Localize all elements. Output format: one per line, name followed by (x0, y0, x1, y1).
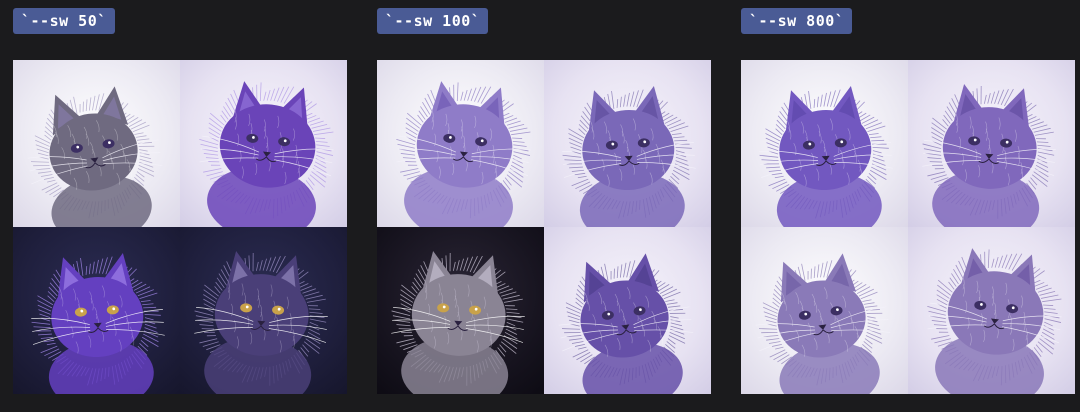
cat-illustration (755, 253, 891, 394)
image-grid (741, 60, 1075, 394)
cat-image-2[interactable] (544, 60, 711, 227)
panel-label: `--sw 800` (741, 8, 853, 34)
image-grid (13, 60, 347, 394)
cat-illustration (922, 84, 1056, 227)
cat-illustration (199, 81, 334, 227)
cat-illustration (927, 248, 1062, 394)
cat-illustration (558, 253, 694, 394)
cat-image-3[interactable] (741, 227, 908, 394)
cat-image-2[interactable] (908, 60, 1075, 227)
cat-image-4[interactable] (908, 227, 1075, 394)
cat-illustration (31, 253, 165, 394)
cat-image-2[interactable] (180, 60, 347, 227)
cat-image-1[interactable] (13, 60, 180, 227)
image-grid (377, 60, 711, 394)
cat-image-1[interactable] (741, 60, 908, 227)
panel-label: `--sw 100` (377, 8, 489, 34)
panel-sw-800: `--sw 800` (741, 0, 1075, 412)
panel-label: `--sw 50` (13, 8, 115, 34)
cat-illustration (27, 86, 163, 227)
cat-illustration (396, 81, 531, 227)
panel-sw-50: `--sw 50` (13, 0, 347, 412)
cat-illustration (759, 86, 893, 227)
cat-image-3[interactable] (377, 227, 544, 394)
cat-image-1[interactable] (377, 60, 544, 227)
cat-image-4[interactable] (544, 227, 711, 394)
panel-sw-100: `--sw 100` (377, 0, 711, 412)
cat-illustration (391, 251, 525, 394)
cat-illustration (194, 251, 328, 394)
cat-image-4[interactable] (180, 227, 347, 394)
comparison-page: `--sw 50` `--sw 100` `--sw 800` (0, 0, 1080, 412)
cat-image-3[interactable] (13, 227, 180, 394)
cat-illustration (562, 86, 696, 227)
